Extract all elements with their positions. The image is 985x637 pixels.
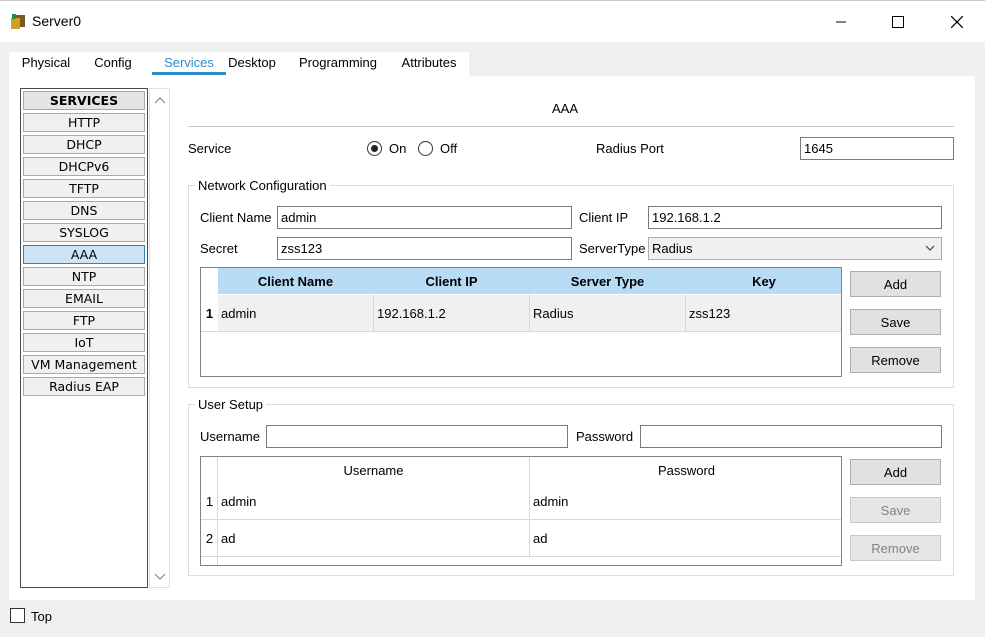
secret-input[interactable]: zss123 bbox=[277, 237, 572, 260]
column-server-type[interactable]: Server Type bbox=[530, 268, 686, 294]
cell-username: admin bbox=[218, 483, 530, 520]
cell-client-name: admin bbox=[218, 295, 374, 331]
column-key[interactable]: Key bbox=[686, 268, 841, 294]
tab-attributes[interactable]: Attributes bbox=[396, 55, 462, 75]
row-number: 2 bbox=[205, 531, 214, 546]
client-add-button[interactable]: Add bbox=[850, 271, 941, 297]
service-email[interactable]: EMAIL bbox=[23, 289, 145, 308]
scroll-down-icon[interactable] bbox=[154, 572, 166, 582]
service-on-label: On bbox=[389, 141, 407, 156]
maximize-button[interactable] bbox=[875, 8, 921, 36]
tab-bar: Physical Config Services Desktop Program… bbox=[9, 52, 469, 76]
service-tftp[interactable]: TFTP bbox=[23, 179, 145, 198]
client-name-input[interactable]: admin bbox=[277, 206, 572, 229]
column-password[interactable]: Password bbox=[530, 457, 841, 483]
top-label: Top bbox=[31, 609, 52, 624]
cell-username: ad bbox=[218, 520, 530, 557]
tab-programming[interactable]: Programming bbox=[294, 55, 382, 75]
aaa-title: AAA bbox=[551, 101, 578, 116]
radius-port-input[interactable]: 1645 bbox=[800, 137, 954, 160]
client-ip-input[interactable]: 192.168.1.2 bbox=[648, 206, 942, 229]
row-divider bbox=[201, 556, 841, 557]
tab-config[interactable]: Config bbox=[89, 55, 137, 75]
cell-client-ip: 192.168.1.2 bbox=[374, 295, 530, 331]
user-setup-title: User Setup bbox=[195, 397, 267, 412]
server-type-value: Radius bbox=[652, 241, 693, 256]
cell-password: admin bbox=[533, 494, 569, 509]
service-aaa[interactable]: AAA bbox=[23, 245, 145, 264]
password-input[interactable] bbox=[640, 425, 942, 448]
active-tab-indicator bbox=[152, 72, 226, 75]
service-syslog[interactable]: SYSLOG bbox=[23, 223, 145, 242]
row-number: 1 bbox=[205, 494, 214, 509]
service-radius-eap[interactable]: Radius EAP bbox=[23, 377, 145, 396]
services-header: SERVICES bbox=[23, 91, 145, 110]
client-name-label: Client Name bbox=[200, 210, 272, 225]
client-ip-label: Client IP bbox=[579, 210, 629, 225]
service-ftp[interactable]: FTP bbox=[23, 311, 145, 330]
column-client-ip[interactable]: Client IP bbox=[374, 268, 530, 294]
user-add-button[interactable]: Add bbox=[850, 459, 941, 485]
network-configuration-title: Network Configuration bbox=[195, 178, 330, 193]
secret-label: Secret bbox=[200, 241, 238, 256]
chevron-down-icon bbox=[925, 245, 935, 251]
window-title: Server0 bbox=[32, 13, 82, 29]
radius-port-label: Radius Port bbox=[596, 141, 664, 156]
services-scrollbar[interactable] bbox=[149, 88, 170, 588]
column-client-name[interactable]: Client Name bbox=[218, 268, 374, 294]
cell-server-type: Radius bbox=[530, 295, 686, 331]
cell-password: ad bbox=[533, 531, 548, 546]
row-divider bbox=[201, 331, 841, 332]
title-bar: Server0 bbox=[0, 0, 985, 42]
username-input[interactable] bbox=[266, 425, 568, 448]
user-remove-button[interactable]: Remove bbox=[850, 535, 941, 561]
close-button[interactable] bbox=[934, 8, 980, 36]
top-checkbox[interactable] bbox=[10, 608, 25, 623]
clients-table: Client Name Client IP Server Type Key 1 … bbox=[200, 267, 842, 377]
tab-physical[interactable]: Physical bbox=[17, 55, 75, 75]
services-list: SERVICES HTTP DHCP DHCPv6 TFTP DNS SYSLO… bbox=[20, 88, 148, 588]
users-table: Username Password 1 admin admin 2 ad ad bbox=[200, 456, 842, 566]
title-divider bbox=[188, 126, 954, 127]
service-dns[interactable]: DNS bbox=[23, 201, 145, 220]
minimize-icon bbox=[836, 21, 846, 23]
service-dhcpv6[interactable]: DHCPv6 bbox=[23, 157, 145, 176]
maximize-icon bbox=[892, 16, 904, 28]
service-iot[interactable]: IoT bbox=[23, 333, 145, 352]
row-number: 1 bbox=[205, 305, 214, 321]
user-save-button[interactable]: Save bbox=[850, 497, 941, 523]
service-http[interactable]: HTTP bbox=[23, 113, 145, 132]
service-label: Service bbox=[188, 141, 232, 156]
service-ntp[interactable]: NTP bbox=[23, 267, 145, 286]
username-label: Username bbox=[200, 429, 260, 444]
server-type-select[interactable]: Radius bbox=[648, 237, 942, 260]
service-dhcp[interactable]: DHCP bbox=[23, 135, 145, 154]
client-save-button[interactable]: Save bbox=[850, 309, 941, 335]
cell-key: zss123 bbox=[686, 295, 841, 331]
client-remove-button[interactable]: Remove bbox=[850, 347, 941, 373]
service-vm-management[interactable]: VM Management bbox=[23, 355, 145, 374]
service-on-radio[interactable] bbox=[367, 141, 382, 156]
minimize-button[interactable] bbox=[818, 8, 864, 36]
service-off-label: Off bbox=[440, 141, 458, 156]
close-icon bbox=[951, 16, 963, 28]
server-type-label: ServerType bbox=[579, 241, 646, 256]
scroll-up-icon[interactable] bbox=[154, 95, 166, 105]
server-app-icon bbox=[11, 14, 25, 29]
column-username[interactable]: Username bbox=[218, 457, 530, 483]
password-label: Password bbox=[576, 429, 634, 444]
tab-desktop[interactable]: Desktop bbox=[223, 55, 281, 75]
service-off-radio[interactable] bbox=[418, 141, 433, 156]
